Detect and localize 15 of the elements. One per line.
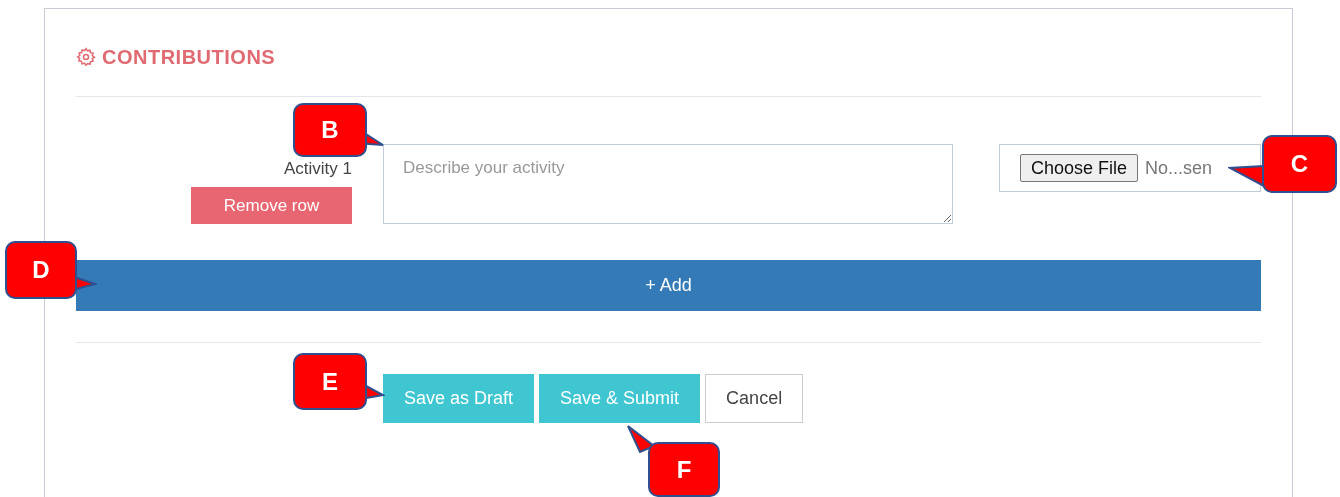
callout-label: F <box>648 442 720 497</box>
remove-row-button[interactable]: Remove row <box>191 186 352 224</box>
add-button[interactable]: + Add <box>76 260 1261 311</box>
file-upload-field[interactable]: Choose File No...sen <box>999 144 1261 192</box>
section-title: CONTRIBUTIONS <box>102 44 276 70</box>
file-status: No...sen <box>1145 156 1213 180</box>
gear-icon <box>76 46 96 67</box>
choose-file-button[interactable]: Choose File <box>1020 154 1139 182</box>
row-label: Activity 1 <box>283 158 352 180</box>
action-button[interactable]: Cancel <box>705 374 804 423</box>
callout-label: E <box>293 353 367 410</box>
callout-label: B <box>293 103 367 157</box>
callout-label: C <box>1262 135 1337 193</box>
description-field[interactable]: Describe your activity <box>383 144 953 224</box>
callout-label: D <box>5 241 77 299</box>
